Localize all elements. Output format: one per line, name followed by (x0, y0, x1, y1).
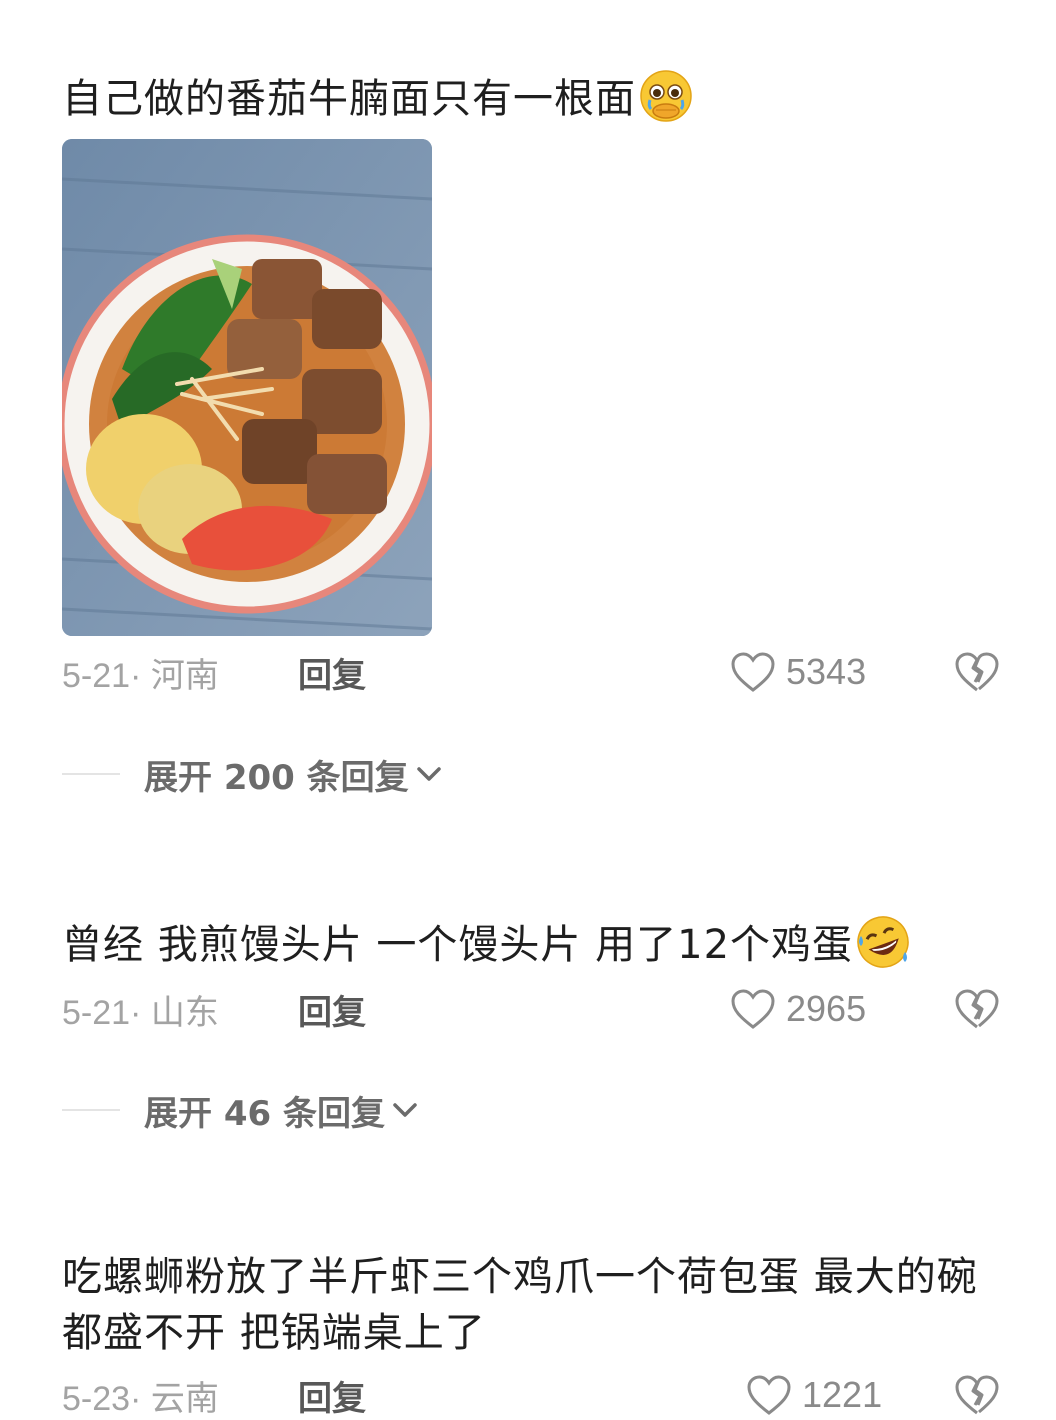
date-location: 5-21· 山东 (62, 993, 219, 1032)
comment-text: 吃螺蛳粉放了半斤虾三个鸡爪一个荷包蛋 最大的碗都盛不开 把锅端桌上了 (62, 1254, 978, 1356)
comment-meta-1: 5-21· 河南 回复 5343 (62, 647, 1000, 697)
broken-heart-icon[interactable] (954, 987, 1000, 1031)
divider-line (62, 773, 120, 775)
broken-heart-icon[interactable] (954, 650, 1000, 694)
divider-line (62, 1109, 120, 1111)
comment-text: 曾经 我煎馒头片 一个馒头片 用了12个鸡蛋 (62, 914, 1000, 973)
laughing-emoji-icon (857, 916, 909, 968)
comment-meta-2: 5-21· 山东 回复 2965 (62, 984, 1000, 1034)
like-count: 5343 (786, 651, 867, 692)
crying-emoji-icon (640, 70, 692, 122)
heart-icon (731, 652, 775, 692)
like-count: 2965 (786, 988, 867, 1029)
reply-button[interactable]: 回复 (298, 648, 366, 697)
comment-item-1: 自己做的番茄牛腩面只有一根面 (62, 68, 1000, 127)
broken-heart-icon[interactable] (954, 1373, 1000, 1417)
like-button[interactable]: 1221 (746, 1370, 882, 1420)
chevron-down-icon (416, 767, 441, 781)
like-button[interactable]: 5343 (730, 647, 866, 697)
comment-item-3: 吃螺蛳粉放了半斤虾三个鸡爪一个荷包蛋 最大的碗都盛不开 把锅端桌上了 (62, 1249, 1000, 1361)
like-count: 1221 (802, 1374, 883, 1415)
like-button[interactable]: 2965 (730, 984, 866, 1034)
reply-button[interactable]: 回复 (298, 985, 366, 1034)
tomato-beef-noodle-image (62, 139, 432, 636)
heart-icon (731, 989, 775, 1029)
comment-meta-3: 5-23· 云南 回复 1221 (62, 1370, 1000, 1420)
reply-button[interactable]: 回复 (298, 1371, 366, 1420)
chevron-down-icon (393, 1103, 417, 1117)
expand-replies-1[interactable]: 展开 200 条回复 (62, 749, 443, 799)
comment-item-2: 曾经 我煎馒头片 一个馒头片 用了12个鸡蛋 (62, 914, 1000, 973)
food-photo[interactable] (62, 139, 432, 636)
expand-replies-label: 展开 46 条回复 (144, 1093, 385, 1134)
expand-replies-label: 展开 200 条回复 (144, 757, 409, 798)
expand-replies-2[interactable]: 展开 46 条回复 (62, 1085, 419, 1135)
date-location: 5-21· 河南 (62, 656, 219, 695)
date-location: 5-23· 云南 (62, 1379, 219, 1418)
comment-text: 自己做的番茄牛腩面只有一根面 (62, 68, 1000, 127)
heart-icon (747, 1375, 791, 1415)
